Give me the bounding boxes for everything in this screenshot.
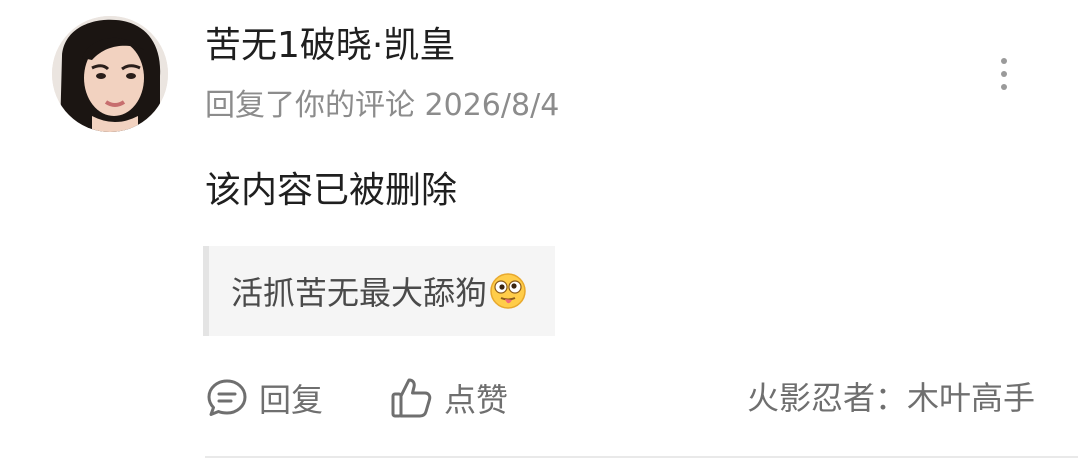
quoted-text-wrap: 活抓苦无最大舔狗 — [231, 268, 527, 314]
comment-date: 2026/8/4 — [424, 88, 560, 123]
user-avatar[interactable] — [52, 16, 168, 132]
quoted-text: 活抓苦无最大舔狗 — [231, 274, 488, 312]
action-bar: 回复 点赞 火影忍者：木叶高手 — [0, 370, 1078, 426]
reply-button[interactable]: 回复 — [205, 370, 323, 426]
comment-content: 该内容已被删除 — [205, 170, 458, 211]
thumbs-up-icon — [390, 376, 434, 420]
comment-meta: 回复了你的评论 2026/8/4 — [205, 84, 559, 128]
tongue-out-emoji-icon — [489, 272, 527, 310]
source-link[interactable]: 火影忍者：木叶高手 — [705, 370, 1035, 426]
like-button[interactable]: 点赞 — [390, 370, 508, 426]
quoted-comment[interactable]: 活抓苦无最大舔狗 — [203, 246, 555, 336]
comment-bubble-icon — [205, 376, 249, 420]
action-text: 回复了你的评论 — [205, 88, 415, 123]
more-vertical-icon[interactable] — [990, 56, 1018, 92]
divider — [205, 456, 1078, 458]
username[interactable]: 苦无1破晓·凯皇 — [205, 22, 455, 70]
reply-label: 回复 — [259, 381, 324, 419]
like-label: 点赞 — [444, 381, 509, 419]
